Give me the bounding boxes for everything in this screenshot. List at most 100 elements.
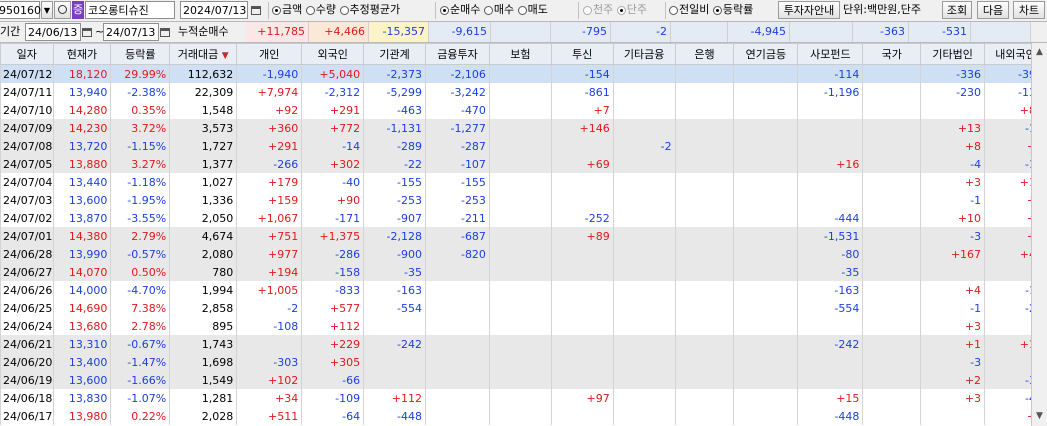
- scroll-up-arrow-icon[interactable]: ▲: [1033, 45, 1046, 59]
- col-financial-invest-cell: -287: [424, 137, 490, 155]
- col-date-cell: 24/06/27: [0, 263, 54, 281]
- period-from-input[interactable]: 24/06/13: [25, 23, 81, 41]
- col-private-fund-header[interactable]: 사모펀드: [797, 43, 864, 65]
- col-other-finance-cell: [612, 83, 676, 101]
- radio-thousand-shares[interactable]: 천주: [583, 1, 613, 19]
- col-trade-value-header[interactable]: 거래대금 ▼: [169, 43, 238, 65]
- table-row[interactable]: 24/06/25 14,690 7.38% 2,858 -2 +577 -554 -554 -1…: [0, 299, 1047, 317]
- col-current-price-header[interactable]: 현재가: [52, 43, 112, 65]
- table-row[interactable]: 24/06/1913,600-1.66%1,549+102-66+2-38: [0, 371, 1047, 389]
- col-trust-cell: [550, 335, 614, 353]
- col-trust-cell: [550, 281, 614, 299]
- stock-name-field[interactable]: 코오롱티슈진: [85, 1, 175, 19]
- col-other-finance-cell: [612, 227, 676, 245]
- table-row[interactable]: 24/07/12 18,120 29.99% 112,632 -1,940 +5,040-…: [0, 64, 1047, 83]
- col-other-corp-header[interactable]: 기타법인: [920, 43, 986, 65]
- col-trust-cell: -252: [550, 209, 614, 227]
- radio-est-avg-price[interactable]: 추정평균가: [339, 1, 400, 19]
- table-row[interactable]: 24/06/26 14,000 -4.70% 1,994 +1,005 -833 -163-…: [0, 281, 1047, 299]
- vertical-scrollbar[interactable]: ▲ ▼: [1031, 43, 1047, 426]
- table-row[interactable]: 24/07/04 13,440 -1.18% 1,027 +179 -40 -155 -155…: [0, 173, 1047, 191]
- table-row[interactable]: 24/06/2113,310-0.67%1,743+229-242-242+1+…: [0, 335, 1047, 353]
- col-state-header[interactable]: 국가: [862, 43, 922, 65]
- col-private-fund-cell: [797, 137, 864, 155]
- table-row[interactable]: 24/06/2413,6802.78%895-108+112+3-7: [0, 317, 1047, 335]
- col-state-cell: [862, 209, 922, 227]
- col-pension-header[interactable]: 연기금등: [733, 43, 799, 65]
- radio-amount[interactable]: 금액: [272, 1, 302, 19]
- radio-single-shares[interactable]: 단주: [616, 1, 647, 19]
- next-button[interactable]: 다음: [977, 1, 1009, 19]
- col-institution-header[interactable]: 기관계: [363, 43, 426, 65]
- radio-change-rate[interactable]: 등락률: [712, 1, 753, 19]
- col-other-finance-cell: [612, 173, 676, 191]
- col-individual-cell: +291: [236, 137, 303, 155]
- col-trust-cell: [550, 137, 614, 155]
- scroll-down-arrow-icon[interactable]: ▼: [1033, 409, 1046, 423]
- table-row[interactable]: 24/06/28 13,990 -0.57% 2,080 +977 -286 -900 -82…: [0, 245, 1047, 263]
- search-button[interactable]: [54, 1, 71, 19]
- col-individual-header[interactable]: 개인: [236, 43, 303, 65]
- col-foreign-cell: -66: [301, 371, 365, 389]
- calendar-icon[interactable]: [251, 1, 265, 19]
- table-row[interactable]: 24/07/02 13,870 -3.55% 2,050 +1,067 -171 -907-…: [0, 209, 1047, 227]
- code-dropdown[interactable]: ▼: [41, 1, 53, 19]
- col-individual-cell: +1,005: [236, 281, 303, 299]
- table-row[interactable]: 24/07/09 14,230 3.72% 3,573 +360 +772 -1,131 -1…: [0, 119, 1047, 137]
- calendar-icon[interactable]: [160, 23, 172, 41]
- col-change-rate-header[interactable]: 등락률: [110, 43, 171, 65]
- col-date-header[interactable]: 일자: [0, 43, 54, 65]
- radio-prev-day-diff[interactable]: 전일비: [669, 1, 709, 19]
- calendar-icon[interactable]: [82, 23, 94, 41]
- table-row[interactable]: 24/07/03 13,600 -1.95% 1,336 +159 +90 -253 -253…: [0, 191, 1047, 209]
- col-trade-value-cell: 895: [169, 317, 238, 335]
- sort-desc-icon[interactable]: ▼: [222, 51, 229, 61]
- date-input[interactable]: 2024/07/13: [180, 1, 248, 19]
- col-foreign-cell: -2,312: [301, 83, 365, 101]
- radio-quantity[interactable]: 수량: [305, 1, 336, 19]
- chart-button[interactable]: 차트: [1013, 1, 1045, 19]
- investor-info-button[interactable]: 투자자안내: [778, 1, 840, 19]
- table-row[interactable]: 24/06/20 13,400 -1.47% 1,698 -303 +305 -3: [0, 353, 1047, 371]
- col-private-fund-cell: -1,196: [797, 83, 864, 101]
- col-financial-invest-header[interactable]: 금융투자: [424, 43, 490, 65]
- col-state-cell: [862, 299, 922, 317]
- period-to-input[interactable]: 24/07/13: [103, 23, 159, 41]
- divider: [268, 2, 269, 19]
- col-pension-cell: [733, 83, 799, 101]
- table-row[interactable]: 24/06/1713,9800.22%2,028+511-64-448-448+…: [0, 407, 1047, 425]
- radio-net-buy[interactable]: 순매수: [440, 1, 480, 19]
- col-individual-cell: +977: [236, 245, 303, 263]
- col-trust-cell: [550, 173, 614, 191]
- col-institution-cell: -448: [363, 407, 426, 425]
- table-row[interactable]: 24/07/05 13,880 3.27% 1,377 -266 +302 -22 -107 +…: [0, 155, 1047, 173]
- col-change-rate-cell: -1.95%: [110, 191, 171, 209]
- table-row[interactable]: 24/06/18 13,830 -1.07% 1,281 +34 -109 +112 +97 +…: [0, 389, 1047, 407]
- col-foreign-cell: +5,040: [301, 64, 365, 83]
- col-trust-header[interactable]: 투신: [550, 43, 614, 65]
- col-financial-invest-cell: -155: [424, 173, 490, 191]
- col-pension-cell: [733, 407, 799, 425]
- radio-buy[interactable]: 매수: [483, 1, 514, 19]
- table-row[interactable]: 24/07/10 14,280 0.35% 1,548 +92 +291 -463 -470 +…: [0, 101, 1047, 119]
- col-trust-cell: +146: [550, 119, 614, 137]
- stock-code-input[interactable]: 950160: [0, 1, 41, 19]
- col-insurance-header[interactable]: 보험: [488, 43, 552, 65]
- col-other-finance-header[interactable]: 기타금융: [612, 43, 676, 65]
- table-row[interactable]: 24/07/01 14,380 2.79% 4,674 +751 +1,375 -2,128…: [0, 227, 1047, 245]
- table-row[interactable]: 24/06/27 14,070 0.50% 780 +194 -158 -35 -35: [0, 263, 1047, 281]
- col-individual-cell: +179: [236, 173, 303, 191]
- col-other-finance-cell: -2: [612, 137, 676, 155]
- table-row[interactable]: 24/07/11 13,940 -2.38% 22,309 +7,974 -2,312 -5…: [0, 83, 1047, 101]
- inquiry-button[interactable]: 조회: [942, 1, 972, 19]
- sum-private-fund: [790, 22, 853, 42]
- col-foreign-cell: -158: [301, 263, 365, 281]
- radio-sell[interactable]: 매도: [517, 1, 548, 19]
- col-current-price-cell: 13,940: [52, 83, 112, 101]
- table-row[interactable]: 24/07/08 13,720 -1.15% 1,727 +291 -14 -289 -287…: [0, 137, 1047, 155]
- col-foreign-cell: -40: [301, 173, 365, 191]
- col-foreign-header[interactable]: 외국인: [301, 43, 365, 65]
- col-other-finance-cell: [612, 119, 676, 137]
- col-bank-header[interactable]: 은행: [674, 43, 735, 65]
- col-institution-cell: [363, 353, 426, 371]
